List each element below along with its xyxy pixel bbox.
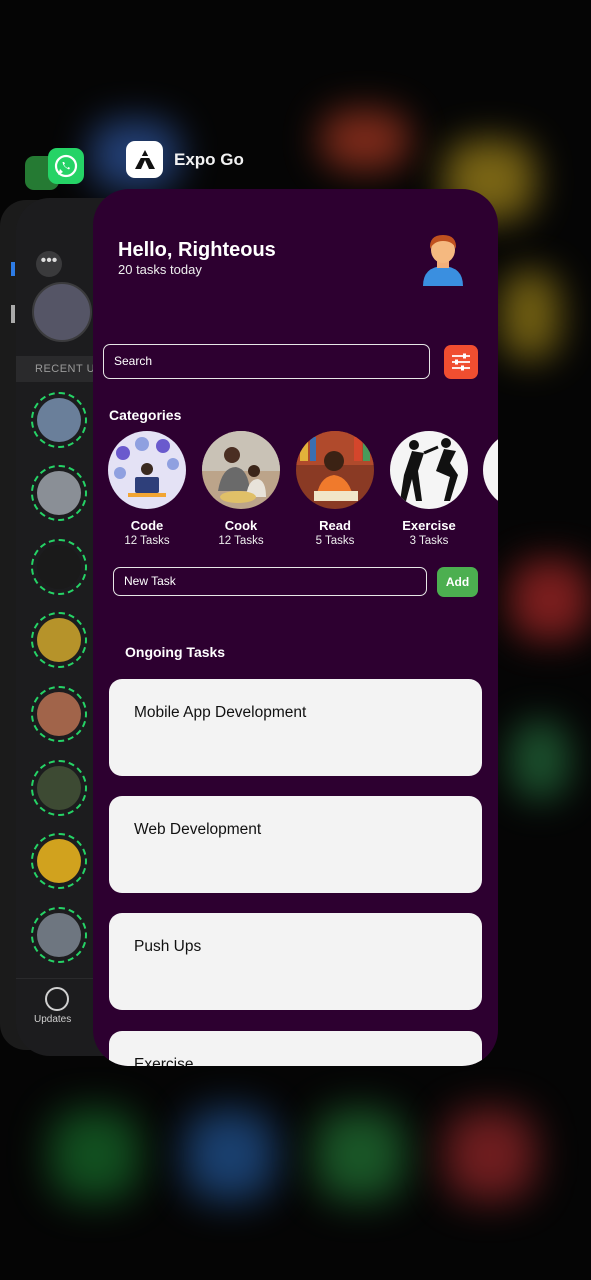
background-app-icon [510, 720, 570, 800]
task-title: Push Ups [134, 938, 202, 955]
dock-app-icon [50, 1110, 140, 1200]
status-avatar[interactable] [31, 760, 87, 816]
dock-app-icon [185, 1110, 275, 1200]
category-count: 12 Tasks [124, 535, 170, 547]
categories-title: Categories [109, 407, 182, 423]
my-status-avatar[interactable] [32, 282, 92, 342]
expo-go-icon[interactable] [126, 141, 163, 178]
greeting: Hello, Righteous [118, 239, 276, 261]
recent-updates-header: RECENT U [16, 356, 96, 382]
task-card[interactable]: Exercise [109, 1031, 482, 1066]
status-avatar[interactable] [31, 686, 87, 742]
background-app-icon [500, 270, 560, 360]
background-app-icon [510, 560, 590, 640]
person-avatar-icon[interactable] [420, 229, 466, 287]
category-name: Exercise [402, 518, 456, 533]
category-count: 12 Tasks [218, 535, 264, 547]
recent-updates-label: RECENT U [35, 363, 96, 375]
category-partial[interactable] [483, 431, 498, 509]
dock-app-icon [315, 1110, 405, 1200]
search-input[interactable]: Search [103, 344, 430, 379]
category-name: Cook [224, 518, 258, 533]
expo-app-card[interactable]: Hello, Righteous 20 tasks today Search C… [93, 189, 498, 1066]
category-count: 3 Tasks [409, 535, 449, 547]
exercise-category-image [390, 431, 468, 509]
task-card[interactable]: Push Ups [109, 913, 482, 1010]
category-read[interactable]: Read 5 Tasks [295, 431, 375, 547]
task-title: Exercise [134, 1056, 194, 1066]
cook-category-image [202, 431, 280, 509]
tasks-today: 20 tasks today [118, 262, 202, 277]
updates-label: Updates [34, 1014, 72, 1025]
task-card[interactable]: Mobile App Development [109, 679, 482, 776]
category-code[interactable]: Code 12 Tasks [107, 431, 187, 547]
filter-button[interactable] [444, 345, 478, 379]
status-avatar[interactable] [31, 833, 87, 889]
task-title: Web Development [134, 821, 262, 838]
category-name: Read [319, 518, 351, 533]
status-avatar[interactable] [31, 539, 87, 595]
ongoing-tasks-title: Ongoing Tasks [125, 644, 226, 660]
status-avatar[interactable] [31, 612, 87, 668]
dock-app-icon [445, 1110, 535, 1200]
expo-app-name: Expo Go [174, 150, 244, 169]
task-title: Mobile App Development [134, 704, 307, 721]
add-task-button[interactable]: Add [437, 567, 478, 597]
ellipsis-icon[interactable]: ••• [36, 251, 62, 277]
task-card[interactable]: Web Development [109, 796, 482, 893]
updates-icon [45, 987, 69, 1011]
category-count: 5 Tasks [315, 535, 355, 547]
sliders-icon [452, 353, 470, 371]
whatsapp-bar [11, 305, 15, 323]
status-avatar[interactable] [31, 392, 87, 448]
background-app-icon [320, 110, 410, 170]
status-avatar[interactable] [31, 465, 87, 521]
code-category-image [108, 431, 186, 509]
whatsapp-edit-link [11, 262, 15, 276]
category-cook[interactable]: Cook 12 Tasks [201, 431, 281, 547]
status-avatar[interactable] [31, 907, 87, 963]
read-category-image [296, 431, 374, 509]
whatsapp-icon[interactable] [48, 148, 84, 184]
updates-tab[interactable]: Updates [16, 978, 94, 1057]
category-name: Code [130, 518, 164, 533]
new-task-input[interactable]: New Task [113, 567, 427, 596]
category-exercise[interactable]: Exercise 3 Tasks [389, 431, 469, 547]
